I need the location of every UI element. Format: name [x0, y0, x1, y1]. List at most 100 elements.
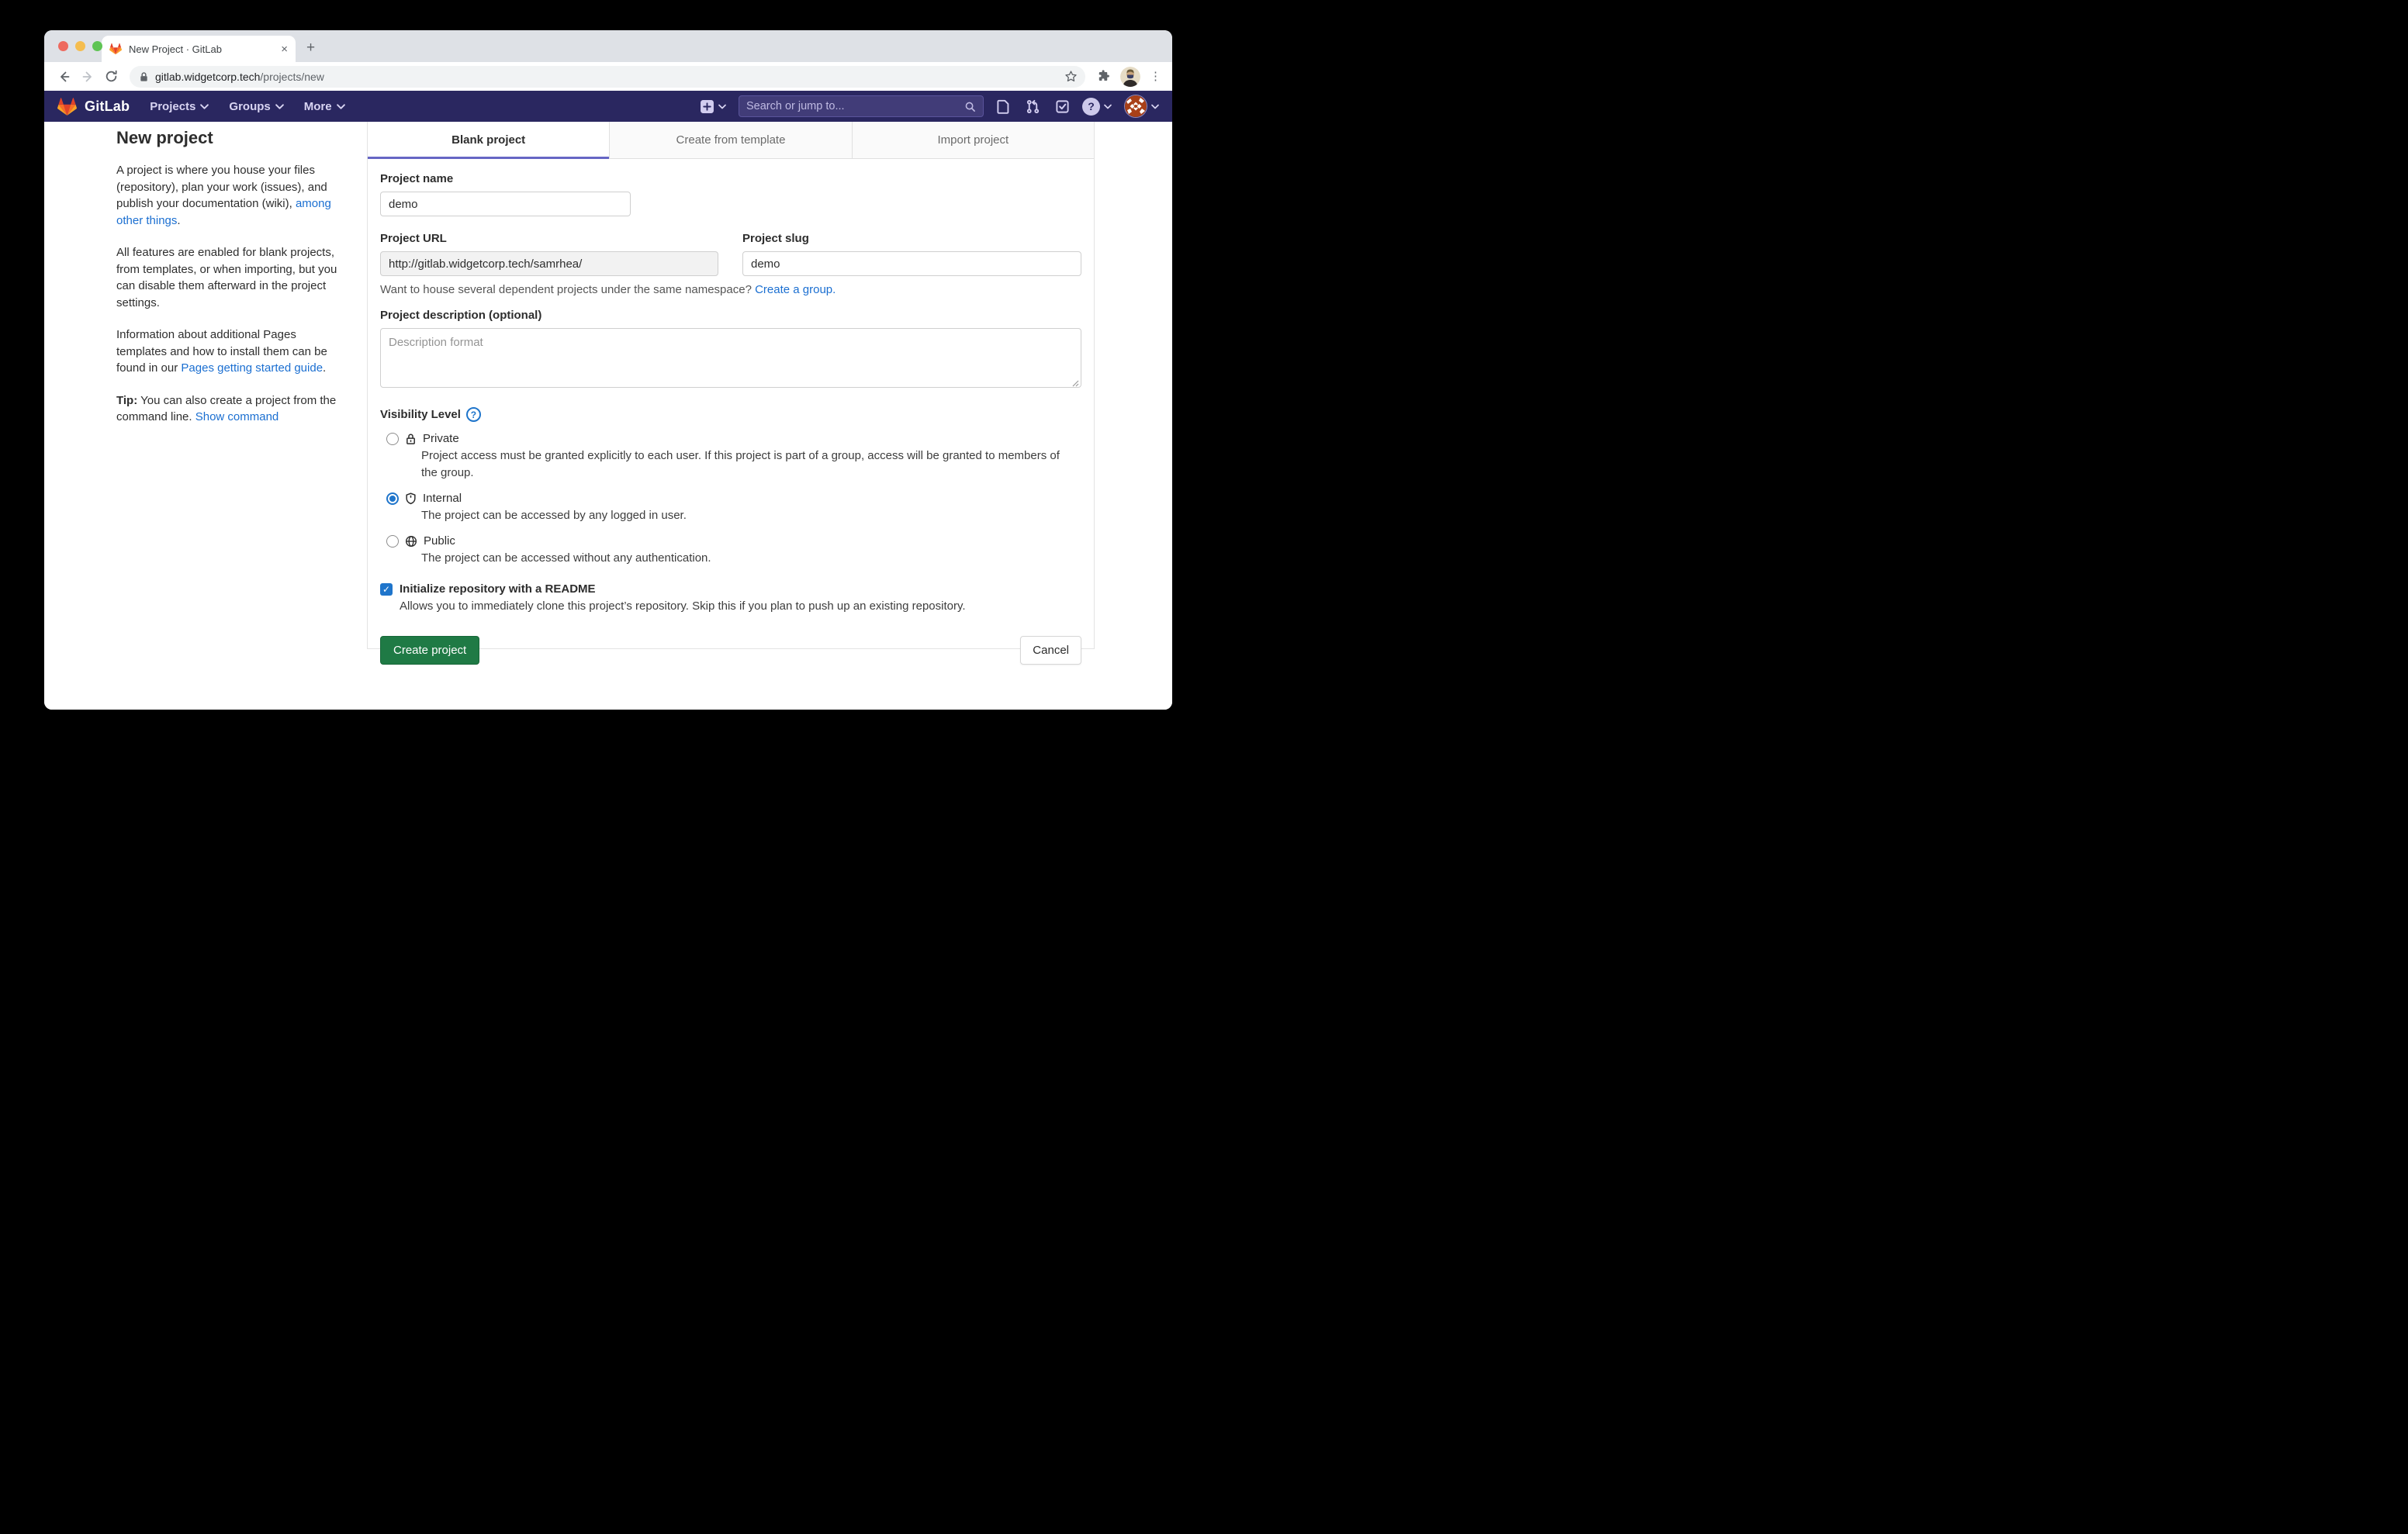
project-url-input[interactable]	[380, 251, 718, 276]
tab-create-from-template[interactable]: Create from template	[609, 122, 851, 158]
new-menu-button[interactable]	[700, 99, 726, 114]
gitlab-wordmark[interactable]: GitLab	[85, 98, 130, 115]
sidebar-paragraph-1: A project is where you house your files …	[116, 162, 348, 229]
tab-import-project[interactable]: Import project	[852, 122, 1094, 158]
public-radio[interactable]	[386, 535, 399, 548]
form-actions: Create project Cancel	[380, 636, 1081, 665]
new-project-panel: Blank project Create from template Impor…	[367, 122, 1095, 649]
user-avatar	[1124, 95, 1147, 118]
forward-icon[interactable]	[78, 67, 97, 86]
create-group-link[interactable]: Create a group.	[755, 283, 836, 296]
private-label: Private	[423, 432, 459, 445]
back-icon[interactable]	[55, 67, 74, 86]
visibility-level-row: Visibility Level ?	[380, 407, 1081, 422]
visibility-level-label: Visibility Level	[380, 408, 461, 421]
chevron-down-icon	[200, 104, 209, 109]
page-content: New project A project is where you house…	[44, 122, 1172, 710]
url-host: gitlab.widgetcorp.tech	[155, 71, 260, 83]
browser-profile-avatar[interactable]	[1120, 67, 1140, 87]
pages-guide-link[interactable]: Pages getting started guide	[181, 361, 323, 375]
internal-radio[interactable]	[386, 492, 399, 505]
help-menu[interactable]: ?	[1082, 98, 1112, 116]
internal-description: The project can be accessed by any logge…	[421, 507, 1077, 524]
project-description-textarea[interactable]	[380, 328, 1081, 388]
url-text: gitlab.widgetcorp.tech/projects/new	[155, 71, 324, 83]
readme-label: Initialize repository with a README	[400, 582, 596, 596]
create-project-button[interactable]: Create project	[380, 636, 479, 665]
cancel-button[interactable]: Cancel	[1020, 636, 1081, 665]
nav-groups-label: Groups	[229, 100, 270, 113]
search-input[interactable]	[746, 100, 958, 112]
visibility-option-internal: Internal The project can be accessed by …	[380, 492, 1081, 524]
project-name-label: Project name	[380, 172, 1081, 185]
tab-title: New Project · GitLab	[129, 43, 274, 55]
private-description: Project access must be granted explicitl…	[421, 447, 1077, 482]
chevron-down-icon	[337, 104, 345, 109]
shield-icon	[405, 492, 417, 505]
namespace-helper-text: Want to house several dependent projects…	[380, 283, 755, 296]
show-command-link[interactable]: Show command	[195, 410, 279, 423]
readme-checkbox[interactable]: ✓	[380, 583, 393, 596]
gitlab-favicon-icon	[109, 43, 122, 55]
gitlab-navbar: GitLab Projects Groups More	[44, 91, 1172, 122]
readme-section: ✓ Initialize repository with a README Al…	[380, 582, 1081, 613]
url-slug-row: Project URL Project slug	[380, 232, 1081, 276]
readme-description: Allows you to immediately clone this pro…	[400, 599, 1081, 613]
close-window-button[interactable]	[58, 41, 68, 51]
internal-label: Internal	[423, 492, 462, 505]
chevron-down-icon	[1151, 104, 1159, 109]
minimize-window-button[interactable]	[75, 41, 85, 51]
sidebar-p3-end: .	[323, 361, 326, 375]
refresh-icon[interactable]	[102, 67, 120, 86]
extensions-puzzle-icon[interactable]	[1096, 69, 1111, 84]
lock-icon	[405, 433, 417, 445]
user-menu[interactable]	[1124, 95, 1159, 118]
project-name-input[interactable]	[380, 192, 631, 216]
global-search[interactable]	[739, 95, 984, 117]
nav-more-label: More	[304, 100, 332, 113]
blank-project-form: Project name Project URL Project slug Wa…	[368, 159, 1094, 665]
browser-tab-strip: New Project · GitLab × +	[44, 30, 1172, 62]
sidebar-p1-end: .	[177, 214, 180, 227]
browser-menu-icon[interactable]: ⋮	[1150, 74, 1161, 78]
browser-window: New Project · GitLab × + gitlab.widgetco…	[44, 30, 1172, 710]
nav-projects-label: Projects	[150, 100, 195, 113]
browser-tab[interactable]: New Project · GitLab ×	[102, 36, 296, 62]
address-bar[interactable]: gitlab.widgetcorp.tech/projects/new	[130, 66, 1085, 88]
todos-icon[interactable]	[1055, 99, 1070, 114]
merge-requests-icon[interactable]	[1026, 99, 1040, 114]
visibility-help-icon[interactable]: ?	[466, 407, 481, 422]
plus-square-icon	[700, 99, 714, 114]
navbar-menu: Projects Groups More	[150, 100, 344, 113]
public-description: The project can be accessed without any …	[421, 550, 1077, 567]
help-icon: ?	[1082, 98, 1100, 116]
nav-groups-menu[interactable]: Groups	[229, 100, 283, 113]
close-tab-icon[interactable]: ×	[281, 43, 288, 55]
lock-icon	[139, 71, 149, 82]
project-slug-input[interactable]	[742, 251, 1081, 276]
nav-projects-menu[interactable]: Projects	[150, 100, 209, 113]
visibility-option-public: Public The project can be accessed witho…	[380, 534, 1081, 567]
private-radio[interactable]	[386, 433, 399, 445]
project-description-label: Project description (optional)	[380, 309, 1081, 322]
project-url-label: Project URL	[380, 232, 718, 245]
zoom-window-button[interactable]	[92, 41, 102, 51]
navbar-left: GitLab Projects Groups More	[57, 97, 345, 116]
globe-icon	[405, 535, 417, 548]
gitlab-logo-icon[interactable]	[57, 97, 77, 116]
resize-grip-icon[interactable]	[1072, 380, 1079, 387]
project-type-tabs: Blank project Create from template Impor…	[368, 122, 1094, 159]
url-path: /projects/new	[260, 71, 323, 83]
bookmark-star-icon[interactable]	[1064, 70, 1078, 83]
navbar-icons	[996, 99, 1070, 114]
new-tab-button[interactable]: +	[306, 40, 315, 62]
issues-icon[interactable]	[996, 99, 1011, 114]
desktop-background: New Project · GitLab × + gitlab.widgetco…	[0, 0, 1204, 767]
tab-blank-project[interactable]: Blank project	[368, 122, 609, 158]
sidebar-tip: Tip: You can also create a project from …	[116, 392, 348, 426]
new-project-sidebar: New project A project is where you house…	[116, 128, 348, 441]
toolbar-extensions-area: ⋮	[1096, 67, 1164, 87]
public-label: Public	[424, 534, 455, 548]
nav-more-menu[interactable]: More	[304, 100, 345, 113]
sidebar-paragraph-3: Information about additional Pages templ…	[116, 326, 348, 377]
